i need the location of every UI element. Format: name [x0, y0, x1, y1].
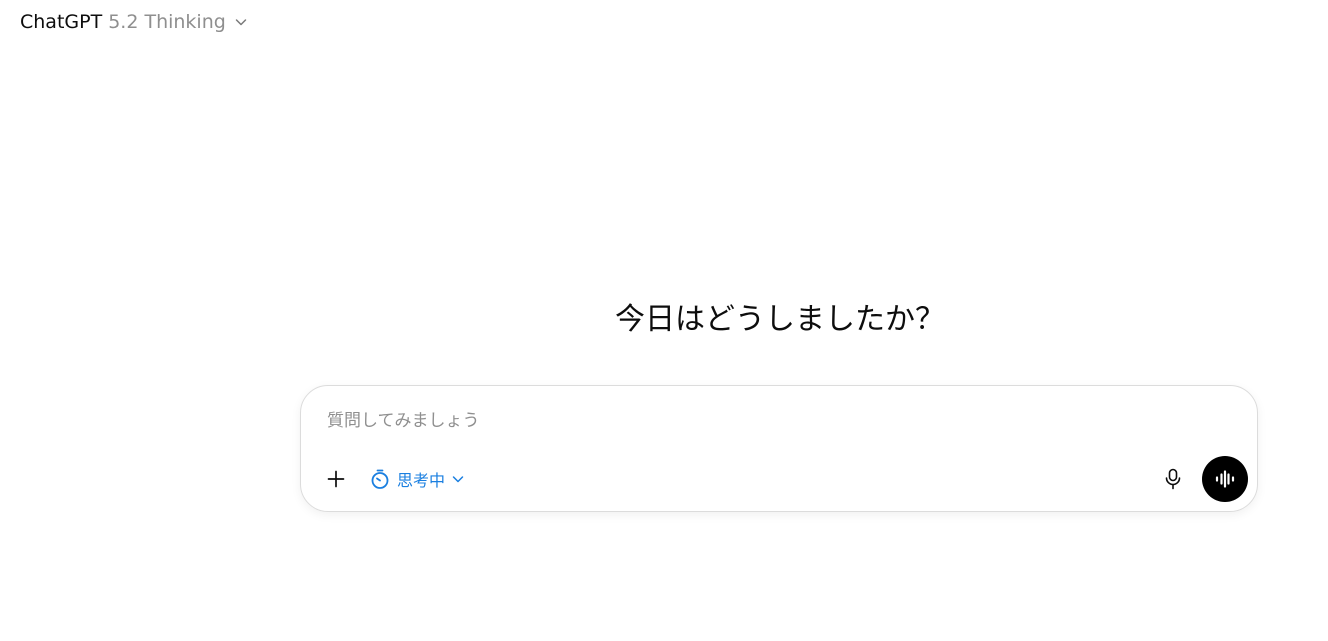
voice-waveform-icon [1214, 469, 1236, 489]
stopwatch-icon [369, 468, 391, 490]
prompt-input[interactable] [327, 406, 1207, 436]
model-selector[interactable]: ChatGPT 5.2 Thinking [12, 6, 256, 38]
thinking-mode-label: 思考中 [397, 471, 446, 490]
voice-mode-button[interactable] [1202, 456, 1248, 502]
plus-icon [326, 469, 346, 489]
model-name: ChatGPT [20, 11, 103, 33]
model-version: 5.2 Thinking [108, 11, 226, 33]
chevron-down-icon [451, 472, 465, 486]
chat-page: ChatGPT 5.2 Thinking 今日はどうしましたか？ 質問してみまし… [0, 0, 1328, 641]
microphone-icon [1163, 468, 1183, 490]
thinking-mode-button[interactable]: 思考中 [361, 461, 473, 497]
chevron-down-icon [234, 15, 248, 29]
dictate-button[interactable] [1155, 461, 1191, 497]
add-attachment-button[interactable] [318, 461, 354, 497]
composer: 思考中 [300, 385, 1258, 512]
greeting-heading: 今日はどうしましたか？ [615, 302, 945, 337]
